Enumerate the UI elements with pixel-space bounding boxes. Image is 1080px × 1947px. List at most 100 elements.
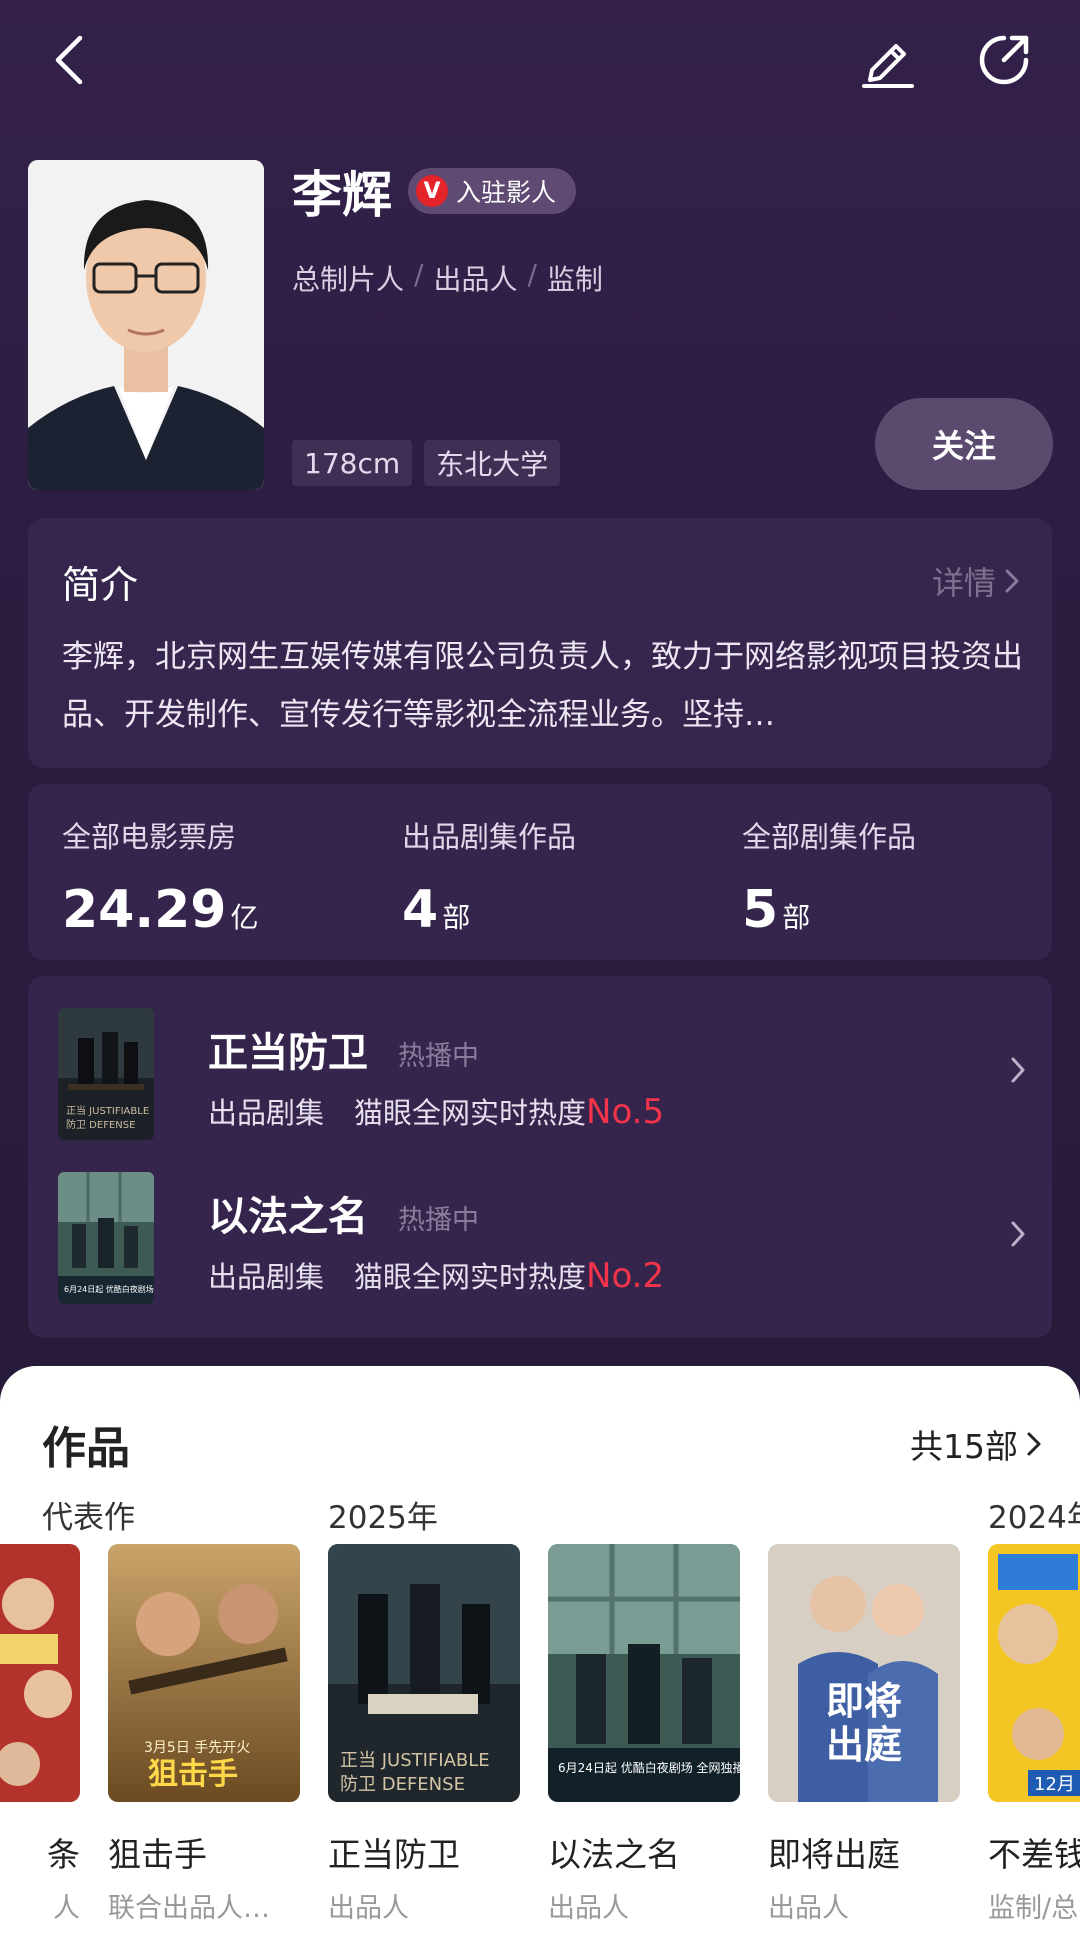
svg-text:正当 JUSTIFIABLE: 正当 JUSTIFIABLE	[66, 1104, 149, 1117]
role-item: 总制片人	[292, 263, 405, 296]
intro-title: 简介	[62, 563, 139, 607]
work-title: 以法之名	[548, 1835, 680, 1874]
chevron-right-icon	[1027, 1432, 1041, 1456]
show-poster: 6月24日起 优酷白夜剧场	[58, 1172, 154, 1304]
stats-card: 全部电影票房 24.29 亿 出品剧集作品 4部 全部剧集作品 5部	[28, 784, 1052, 960]
heat-rank: No.2	[586, 1256, 665, 1296]
show-title: 正当防卫	[208, 1030, 368, 1076]
show-status: 热播中	[398, 1205, 479, 1236]
work-role: 人	[53, 1893, 80, 1924]
top-nav	[0, 0, 1080, 130]
edit-button[interactable]	[856, 28, 920, 92]
stat-all-series[interactable]: 全部剧集作品 5部	[742, 814, 916, 940]
chevron-right-icon	[1005, 569, 1019, 593]
work-poster: 正当 JUSTIFIABLE 防卫 DEFENSE	[328, 1544, 520, 1802]
work-item[interactable]: 6月24日起 优酷白夜剧场 全网独播 以法之名 出品人	[548, 1544, 740, 1925]
stat-unit: 部	[782, 901, 811, 934]
stat-unit: 亿	[230, 901, 259, 934]
height-tag: 178cm	[292, 440, 413, 486]
svg-text:狙击手: 狙击手	[148, 1757, 238, 1792]
profile-tags: 178cm 东北大学	[292, 440, 561, 486]
role-separator: /	[414, 258, 424, 291]
works-count-link[interactable]: 共15部	[910, 1420, 1044, 1468]
heat-rank: No.5	[586, 1092, 665, 1132]
work-role: 联合出品人…	[108, 1893, 270, 1924]
avatar[interactable]	[28, 160, 264, 490]
work-item[interactable]: 正当 JUSTIFIABLE 防卫 DEFENSE 正当防卫 出品人	[328, 1544, 520, 1925]
work-title: 不差钱	[988, 1835, 1080, 1874]
stat-label: 全部剧集作品	[742, 820, 917, 854]
work-role: 出品人	[548, 1893, 629, 1924]
work-item[interactable]: 3月5日 手先开火 狙击手 狙击手 联合出品人…	[108, 1544, 300, 1925]
school-tag: 东北大学	[424, 440, 561, 486]
svg-text:出庭: 出庭	[826, 1723, 902, 1767]
stat-box-office[interactable]: 全部电影票房 24.29 亿	[62, 814, 259, 940]
work-title: 条	[47, 1835, 80, 1874]
svg-text:正当 JUSTIFIABLE: 正当 JUSTIFIABLE	[340, 1750, 490, 1771]
heat-label: 猫眼全网实时热度	[354, 1096, 587, 1130]
portrait-image	[28, 160, 264, 490]
show-type: 出品剧集	[208, 1096, 325, 1130]
work-poster: 6月24日起 优酷白夜剧场 全网独播	[548, 1544, 740, 1802]
back-button[interactable]	[40, 28, 104, 92]
person-name: 李辉	[292, 166, 392, 224]
stat-produced-series[interactable]: 出品剧集作品 4部	[402, 814, 576, 940]
back-arrow-icon	[55, 35, 83, 85]
hot-shows-card: 正当 JUSTIFIABLE 防卫 DEFENSE 正当防卫 热播中 出品剧集 …	[28, 976, 1052, 1338]
svg-text:防卫 DEFENSE: 防卫 DEFENSE	[66, 1118, 135, 1131]
stat-label: 出品剧集作品	[402, 820, 577, 854]
svg-text:12月: 12月	[1034, 1774, 1075, 1795]
stat-unit: 部	[442, 901, 471, 934]
share-icon	[979, 35, 1029, 85]
heat-label: 猫眼全网实时热度	[354, 1260, 587, 1294]
chevron-right-icon	[1011, 1221, 1025, 1247]
intro-text: 李辉，北京网生互娱传媒有限公司负责人，致力于网络影视项目投资出品、开发制作、宣传…	[62, 639, 1023, 733]
details-label: 详情	[931, 564, 996, 602]
show-type: 出品剧集	[208, 1260, 325, 1294]
group-label-representative: 代表作	[42, 1500, 135, 1536]
show-title: 以法之名	[208, 1194, 368, 1240]
follow-button[interactable]: 关注	[875, 398, 1053, 490]
svg-text:3月5日 手先开火: 3月5日 手先开火	[144, 1740, 250, 1756]
group-label-2025: 2025年	[328, 1500, 438, 1536]
show-poster: 正当 JUSTIFIABLE 防卫 DEFENSE	[58, 1008, 154, 1140]
group-label-2024: 2024年	[988, 1500, 1080, 1536]
works-title: 作品	[42, 1423, 130, 1474]
work-poster: 3月5日 手先开火 狙击手	[108, 1544, 300, 1802]
work-title: 正当防卫	[328, 1835, 460, 1874]
name-row: 李辉 V 入驻影人	[292, 160, 577, 224]
work-role: 出品人	[768, 1893, 849, 1924]
stat-label: 全部电影票房	[62, 820, 237, 854]
share-button[interactable]	[972, 28, 1036, 92]
role-separator: /	[527, 258, 537, 291]
role-item: 出品人	[433, 263, 518, 296]
work-title: 即将出庭	[768, 1835, 900, 1874]
work-title: 狙击手	[108, 1835, 207, 1874]
work-poster: 即将 出庭	[768, 1544, 960, 1802]
stat-value: 24.29	[62, 880, 227, 940]
intro-card[interactable]: 简介 详情 李辉，北京网生互娱传媒有限公司负责人，致力于网络影视项目投资出品、开…	[28, 518, 1052, 768]
svg-text:6月24日起 优酷白夜剧场 全网独播: 6月24日起 优酷白夜剧场 全网独播	[558, 1760, 740, 1775]
work-item[interactable]: 条 人	[0, 1544, 80, 1925]
chevron-right-icon	[1011, 1057, 1025, 1083]
works-sheet: 作品 共15部 代表作 2025年 2024年 条 人	[0, 1366, 1080, 1947]
hot-show-item[interactable]: 正当 JUSTIFIABLE 防卫 DEFENSE 正当防卫 热播中 出品剧集 …	[58, 1008, 1038, 1144]
verified-badge[interactable]: V 入驻影人	[408, 168, 577, 214]
role-item: 监制	[546, 263, 603, 296]
work-item[interactable]: 12月 不差钱 监制/总	[988, 1544, 1080, 1925]
stat-value: 5	[742, 880, 779, 940]
work-role: 出品人	[328, 1893, 409, 1924]
verified-v-icon: V	[416, 175, 448, 207]
svg-text:6月24日起 优酷白夜剧场: 6月24日起 优酷白夜剧场	[64, 1284, 154, 1294]
work-poster	[0, 1544, 80, 1802]
show-status: 热播中	[398, 1041, 479, 1072]
badge-label: 入驻影人	[456, 178, 557, 207]
edit-pen-icon	[862, 44, 914, 88]
intro-details-link[interactable]: 详情	[932, 558, 1022, 604]
svg-text:即将: 即将	[826, 1679, 902, 1723]
work-poster: 12月	[988, 1544, 1080, 1802]
work-item[interactable]: 即将 出庭 即将出庭 出品人	[768, 1544, 960, 1925]
work-role: 监制/总	[988, 1893, 1079, 1924]
stat-value: 4	[402, 880, 439, 940]
hot-show-item[interactable]: 6月24日起 优酷白夜剧场 以法之名 热播中 出品剧集 猫眼全网实时热度No.2	[58, 1172, 1038, 1308]
